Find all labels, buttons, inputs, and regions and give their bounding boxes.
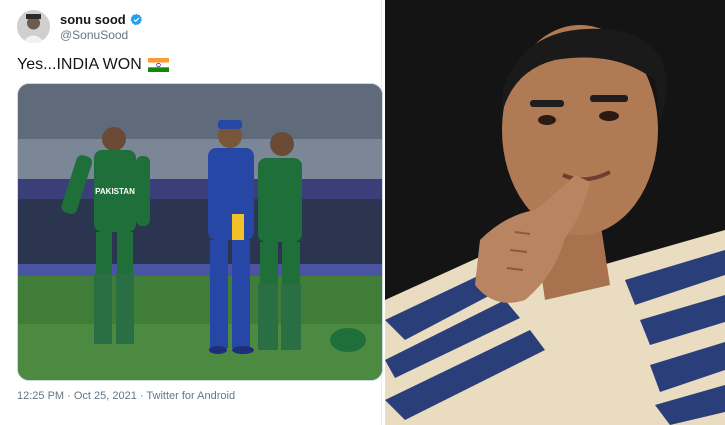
tweet-card: sonu sood @SonuSood Yes...INDIA WON PAKI…: [0, 0, 383, 425]
verified-badge-icon: [130, 13, 143, 26]
tweet-text-row: Yes...INDIA WON: [17, 56, 169, 74]
jersey-text: PAKISTAN: [95, 187, 135, 196]
india-flag-icon: [147, 58, 169, 72]
portrait-photo: [385, 0, 725, 425]
tweet-timestamp[interactable]: 12:25 PM · Oct 25, 2021 · Twitter for An…: [17, 390, 235, 402]
user-handle[interactable]: @SonuSood: [60, 28, 128, 42]
display-name[interactable]: sonu sood: [60, 12, 126, 27]
avatar[interactable]: [17, 10, 50, 43]
tweet-text: Yes...INDIA WON: [17, 56, 142, 73]
tweet-photo[interactable]: PAKISTAN: [17, 83, 383, 381]
